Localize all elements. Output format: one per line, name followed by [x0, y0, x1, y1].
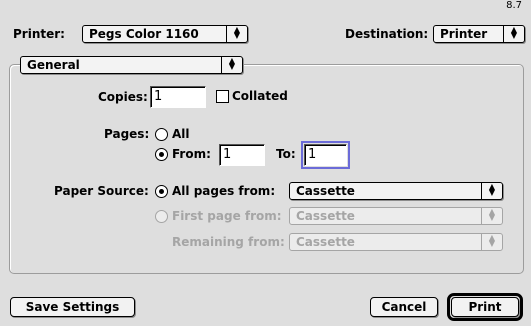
- destination-popup-value: Printer: [440, 27, 488, 41]
- paper-source-label: Paper Source:: [54, 184, 149, 198]
- destination-label: Destination:: [345, 27, 429, 41]
- updown-arrow-icon: ▲ ▼: [481, 208, 502, 224]
- pages-from-radio[interactable]: [155, 148, 168, 161]
- updown-arrow-icon: ▲ ▼: [221, 57, 242, 73]
- pages-from-label: From:: [172, 147, 211, 161]
- pages-to-field[interactable]: 1: [301, 141, 350, 169]
- collated-checkbox[interactable]: [216, 90, 229, 103]
- updown-arrow-icon: ▲ ▼: [481, 234, 502, 250]
- pages-from-field[interactable]: 1: [219, 144, 265, 166]
- pages-all-label: All: [172, 127, 190, 141]
- remaining-popup-value: Cassette: [296, 235, 355, 249]
- remaining-label: Remaining from:: [172, 235, 285, 249]
- printer-label: Printer:: [13, 27, 65, 41]
- all-pages-label: All pages from:: [172, 184, 276, 198]
- panel-popup[interactable]: General ▲ ▼: [20, 56, 243, 74]
- radio-selected-dot: [159, 152, 164, 157]
- first-page-popup-value: Cassette: [296, 209, 355, 223]
- all-pages-popup-value: Cassette: [296, 184, 355, 198]
- print-button[interactable]: Print: [451, 297, 519, 317]
- destination-popup[interactable]: Printer ▲ ▼: [433, 25, 525, 43]
- version-label: 8.7: [506, 0, 522, 11]
- all-pages-radio[interactable]: [155, 185, 168, 198]
- pages-to-label: To:: [276, 147, 296, 161]
- remaining-popup[interactable]: Cassette ▲ ▼: [289, 233, 503, 251]
- cancel-button[interactable]: Cancel: [370, 297, 438, 317]
- updown-arrow-icon: ▲ ▼: [481, 183, 502, 199]
- pages-label: Pages:: [104, 127, 150, 141]
- panel-popup-value: General: [27, 58, 80, 72]
- updown-arrow-icon: ▲ ▼: [503, 26, 524, 42]
- save-settings-button[interactable]: Save Settings: [10, 297, 135, 317]
- printer-popup-value: Pegs Color 1160: [89, 27, 199, 41]
- radio-selected-dot: [159, 189, 164, 194]
- updown-arrow-icon: ▲ ▼: [226, 26, 247, 42]
- copies-field[interactable]: 1: [150, 86, 206, 108]
- pages-all-radio[interactable]: [155, 128, 168, 141]
- first-page-label: First page from:: [172, 209, 282, 223]
- collated-label: Collated: [232, 89, 288, 103]
- copies-label: Copies:: [98, 90, 148, 104]
- first-page-radio[interactable]: [155, 210, 168, 223]
- first-page-popup[interactable]: Cassette ▲ ▼: [289, 207, 503, 225]
- all-pages-popup[interactable]: Cassette ▲ ▼: [289, 182, 503, 200]
- printer-popup[interactable]: Pegs Color 1160 ▲ ▼: [82, 25, 248, 43]
